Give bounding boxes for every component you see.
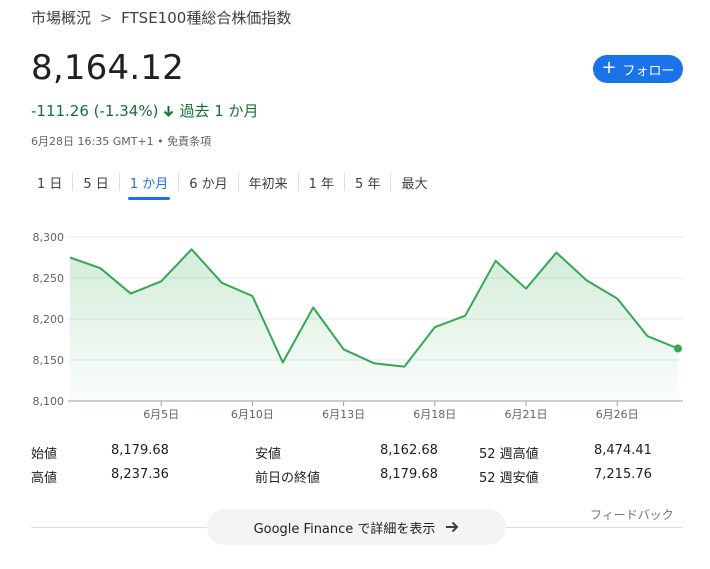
data-point [646,334,650,338]
stat-label: 始値 [31,447,58,462]
follow-button[interactable]: + フォロー [593,55,683,83]
data-point [342,347,346,351]
range-tabs: 1 日5 日1 か月 6 か月 年初来 1 年5 年最大 [27,167,437,200]
y-tick-label: 8,300 [33,231,65,244]
data-point [250,294,254,298]
current-price: 8,164.12 [31,48,185,88]
data-point [494,259,498,263]
data-point [433,325,437,329]
stat-value: 8,237.36 [111,467,169,482]
timestamp-disclaimer: 6月28日 16:35 GMT+1 • 免責条項 [31,135,212,148]
stat-label: 安値 [255,447,282,462]
google-finance-button[interactable]: Google Finance で詳細を表示 [207,509,506,545]
y-tick-label: 8,150 [33,354,65,367]
data-point [68,256,72,260]
data-point [311,306,315,310]
range-tab[interactable]: 1 日 [27,168,72,196]
arrow-down-icon [164,105,174,117]
stat-value: 8,179.68 [380,467,438,482]
arrow-right-icon [446,521,459,533]
breadcrumb-current: FTSE100種総合株価指数 [121,9,292,27]
range-tab[interactable]: 年初来 [239,168,298,196]
stat-label: 前日の終値 [255,471,321,486]
data-point [524,287,528,291]
range-tab[interactable]: 5 年 [345,168,390,196]
breadcrumb: 市場概況 > FTSE100種総合株価指数 [31,7,291,28]
change-value: -111.26 (-1.34%) [31,101,159,120]
data-point [372,361,376,365]
x-tick-label: 6月13日 [322,408,365,421]
series-area [70,249,678,401]
data-point [585,278,589,282]
stat-label: 高値 [31,471,58,486]
range-tab[interactable]: 1 か月 [120,168,178,200]
data-point [281,360,285,364]
change-period: 過去 1 か月 [179,102,259,120]
data-point [554,251,558,255]
x-tick-label: 6月21日 [505,408,548,421]
stat-value: 8,474.41 [594,443,652,458]
price-change: -111.26 (-1.34%) 過去 1 か月 [31,100,259,121]
price-chart[interactable]: 8,300 8,250 8,200 8,150 8,100 6月5日 6月10日 6月13日 6… [0,218,710,428]
stat-value: 8,179.68 [111,443,169,458]
feedback-link[interactable]: フィードバック [590,506,674,523]
data-point [190,247,194,251]
data-point [463,314,467,318]
google-finance-button-label: Google Finance で詳細を表示 [253,521,436,537]
plus-icon: + [601,57,617,78]
y-tick-label: 8,250 [33,272,65,285]
follow-button-label: フォロー [622,63,675,79]
range-tab[interactable]: 6 か月 [179,168,237,196]
stats-row: 始値 8,179.68 安値 8,162.68 52 週高値 8,474.41 [31,443,681,467]
x-tick-label: 6月10日 [231,408,274,421]
data-point [129,292,133,296]
breadcrumb-parent-link[interactable]: 市場概況 [31,9,91,27]
data-point [615,297,619,301]
stats-row: 高値 8,237.36 前日の終値 8,179.68 52 週安値 7,215.76 [31,467,681,491]
stat-value: 7,215.76 [594,467,652,482]
x-tick-label: 6月18日 [413,408,456,421]
range-tab[interactable]: 1 年 [299,168,344,196]
stat-value: 8,162.68 [380,443,438,458]
stat-label: 52 週高値 [479,447,539,462]
range-tab[interactable]: 最大 [391,168,437,196]
range-tab[interactable]: 5 日 [73,168,118,196]
x-tick-label: 6月26日 [596,408,639,421]
data-point [159,279,163,283]
last-point-marker [674,344,682,353]
stat-label: 52 週安値 [479,471,539,486]
data-point [98,266,102,270]
x-tick-label: 6月5日 [143,408,179,421]
breadcrumb-separator: > [99,9,113,27]
stats-table: 始値 8,179.68 安値 8,162.68 52 週高値 8,474.41 高値 8,23… [31,443,681,491]
data-point [402,365,406,369]
data-point [220,281,224,285]
y-tick-label: 8,200 [33,313,65,326]
y-tick-label: 8,100 [33,395,65,408]
